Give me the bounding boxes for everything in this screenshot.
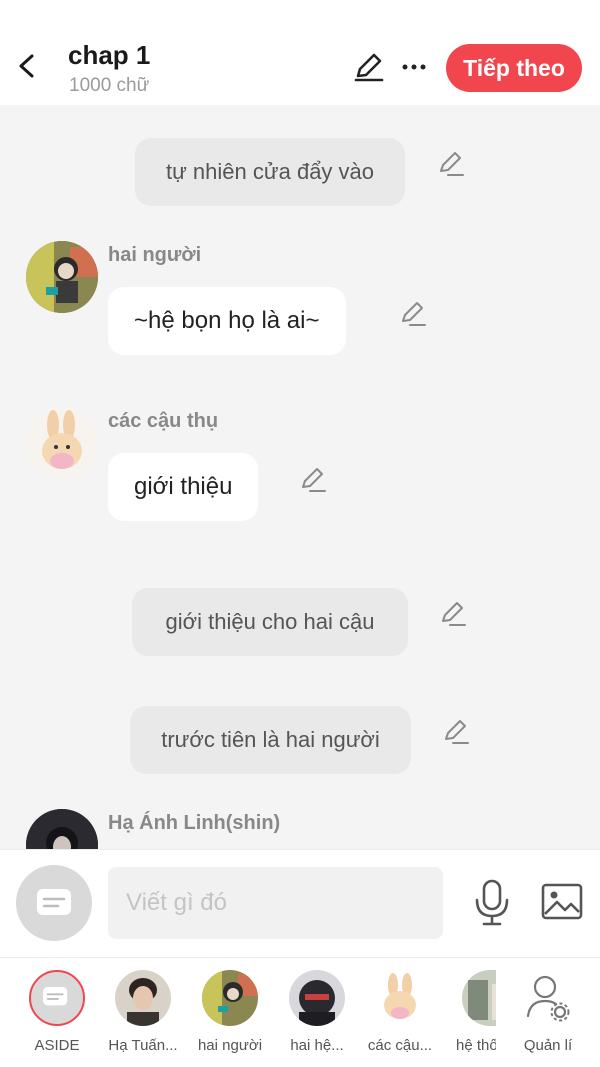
manage-characters-button[interactable]: Quản lí — [506, 970, 590, 1054]
character-label: Quản lí — [523, 1037, 573, 1054]
input-bar — [0, 849, 600, 957]
chat-area[interactable]: tự nhiên cửa đẩy vào hai người ~hệ bọn h… — [0, 105, 600, 849]
character-label: ASIDE — [34, 1037, 80, 1054]
next-button[interactable]: Tiếp theo — [446, 44, 582, 92]
chapter-title: chap 1 — [68, 40, 151, 70]
message-bubble[interactable]: ~hệ bọn họ là ai~ — [108, 287, 346, 355]
avatar[interactable] — [26, 241, 98, 313]
aside-avatar — [29, 970, 85, 1026]
edit-message-icon[interactable] — [438, 599, 468, 629]
image-icon[interactable] — [540, 880, 584, 924]
character-item[interactable]: hệ thố — [434, 970, 496, 1054]
narration-bubble[interactable]: trước tiên là hai người — [130, 706, 411, 774]
narration-bubble[interactable]: tự nhiên cửa đẩy vào — [135, 138, 405, 206]
edit-message-icon[interactable] — [298, 465, 328, 495]
narration-text: giới thiệu cho hai cậu — [165, 609, 375, 634]
message-text: giới thiệu — [134, 473, 233, 500]
avatar[interactable] — [26, 809, 98, 849]
avatar — [202, 970, 258, 1026]
more-options-icon[interactable] — [398, 50, 430, 84]
avatar — [289, 970, 345, 1026]
character-label: các cậu... — [367, 1037, 433, 1054]
avatar[interactable] — [26, 407, 98, 479]
aside-toggle-button[interactable] — [16, 865, 92, 941]
character-name: hai người — [108, 244, 202, 266]
character-item[interactable]: hai hệ... — [275, 970, 359, 1054]
user-settings-icon — [526, 975, 570, 1022]
character-name: Hạ Ánh Linh(shin) — [108, 812, 281, 834]
character-item-aside[interactable]: ASIDE — [15, 970, 99, 1054]
character-label: hai người — [197, 1037, 263, 1054]
top-bar: chap 1 1000 chữ Tiếp theo — [0, 0, 600, 105]
character-item[interactable]: hai người — [188, 970, 272, 1054]
avatar — [372, 970, 428, 1026]
character-label: hai hệ... — [290, 1037, 344, 1054]
narration-text: trước tiên là hai người — [161, 727, 380, 752]
avatar — [462, 970, 496, 1026]
message-input[interactable] — [108, 867, 443, 939]
word-count: 1000 chữ — [69, 75, 150, 96]
character-name: các cậu thụ — [108, 410, 219, 432]
narration-bubble[interactable]: giới thiệu cho hai cậu — [132, 588, 408, 656]
message-bubble[interactable]: giới thiệu — [108, 453, 259, 521]
edit-message-icon[interactable] — [436, 149, 466, 179]
edit-message-icon[interactable] — [398, 299, 428, 329]
narration-text: tự nhiên cửa đẩy vào — [165, 159, 375, 184]
edit-message-icon[interactable] — [441, 717, 471, 747]
message-text: ~hệ bọn họ là ai~ — [134, 307, 320, 334]
character-item[interactable]: Hạ Tuấn... — [101, 970, 185, 1054]
back-arrow-icon[interactable] — [12, 48, 42, 84]
character-selector: ASIDE Hạ Tuấn... hai người hai hệ... các… — [0, 957, 600, 1067]
character-label: Hạ Tuấn... — [108, 1037, 178, 1054]
character-item[interactable]: các cậu... — [358, 970, 442, 1054]
character-label: hệ thố — [456, 1037, 496, 1054]
microphone-icon[interactable] — [470, 878, 514, 928]
chat-bubble-icon — [37, 889, 71, 915]
edit-pencil-icon[interactable] — [352, 50, 386, 84]
avatar — [115, 970, 171, 1026]
